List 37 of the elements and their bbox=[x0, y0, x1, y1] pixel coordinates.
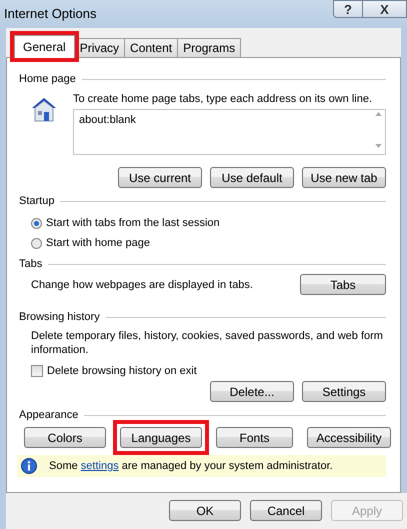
push-button[interactable]: OK bbox=[169, 500, 241, 521]
push-button[interactable]: Tabs bbox=[300, 274, 386, 295]
description-text: Change how webpages are displayed in tabs. bbox=[31, 278, 253, 290]
push-button[interactable]: Use new tab bbox=[302, 167, 386, 188]
push-button[interactable]: Settings bbox=[302, 381, 386, 402]
group-heading: Home page bbox=[19, 73, 76, 85]
info-icon bbox=[21, 458, 37, 474]
scroll-down-icon[interactable] bbox=[374, 144, 382, 148]
push-button[interactable]: Colors bbox=[24, 427, 106, 448]
address-field[interactable]: about:blank bbox=[73, 109, 386, 155]
help-button[interactable]: ? bbox=[333, 0, 363, 18]
push-button[interactable]: Use current bbox=[118, 167, 202, 188]
checkbox-option[interactable]: Delete browsing history on exit bbox=[19, 363, 386, 379]
notice-text: Some settings are managed by your system administrator. bbox=[49, 460, 333, 472]
settings-link[interactable]: settings bbox=[80, 460, 119, 472]
window-title: Internet Options bbox=[4, 6, 96, 21]
push-button[interactable]: Cancel bbox=[250, 500, 322, 521]
tab[interactable]: Content bbox=[124, 38, 178, 57]
radio-button[interactable] bbox=[31, 218, 42, 228]
push-button[interactable]: Fonts bbox=[216, 427, 293, 448]
tab[interactable]: Programs bbox=[177, 38, 242, 57]
scroll-up-icon[interactable] bbox=[374, 112, 382, 116]
description-text: Delete temporary files, history, cookies, saved passwords, and web form information. bbox=[31, 329, 384, 357]
radio-option[interactable]: Start with tabs from the last session bbox=[31, 215, 386, 231]
push-button[interactable]: Use default bbox=[210, 167, 294, 188]
push-button[interactable]: Languages bbox=[120, 427, 202, 448]
group-heading: Tabs bbox=[19, 258, 42, 270]
group-heading: Browsing history bbox=[19, 311, 100, 323]
checkbox[interactable] bbox=[31, 365, 43, 377]
close-button[interactable]: X bbox=[363, 0, 407, 18]
group-heading: Appearance bbox=[19, 409, 78, 421]
instruction-text: To create home page tabs, type each address on its own line. bbox=[73, 93, 374, 105]
push-button[interactable]: Delete... bbox=[210, 381, 294, 402]
push-button[interactable]: Accessibility bbox=[307, 427, 391, 448]
radio-option[interactable]: Start with home page bbox=[31, 235, 386, 251]
radio-button[interactable] bbox=[31, 238, 42, 248]
group-heading: Startup bbox=[19, 195, 54, 207]
